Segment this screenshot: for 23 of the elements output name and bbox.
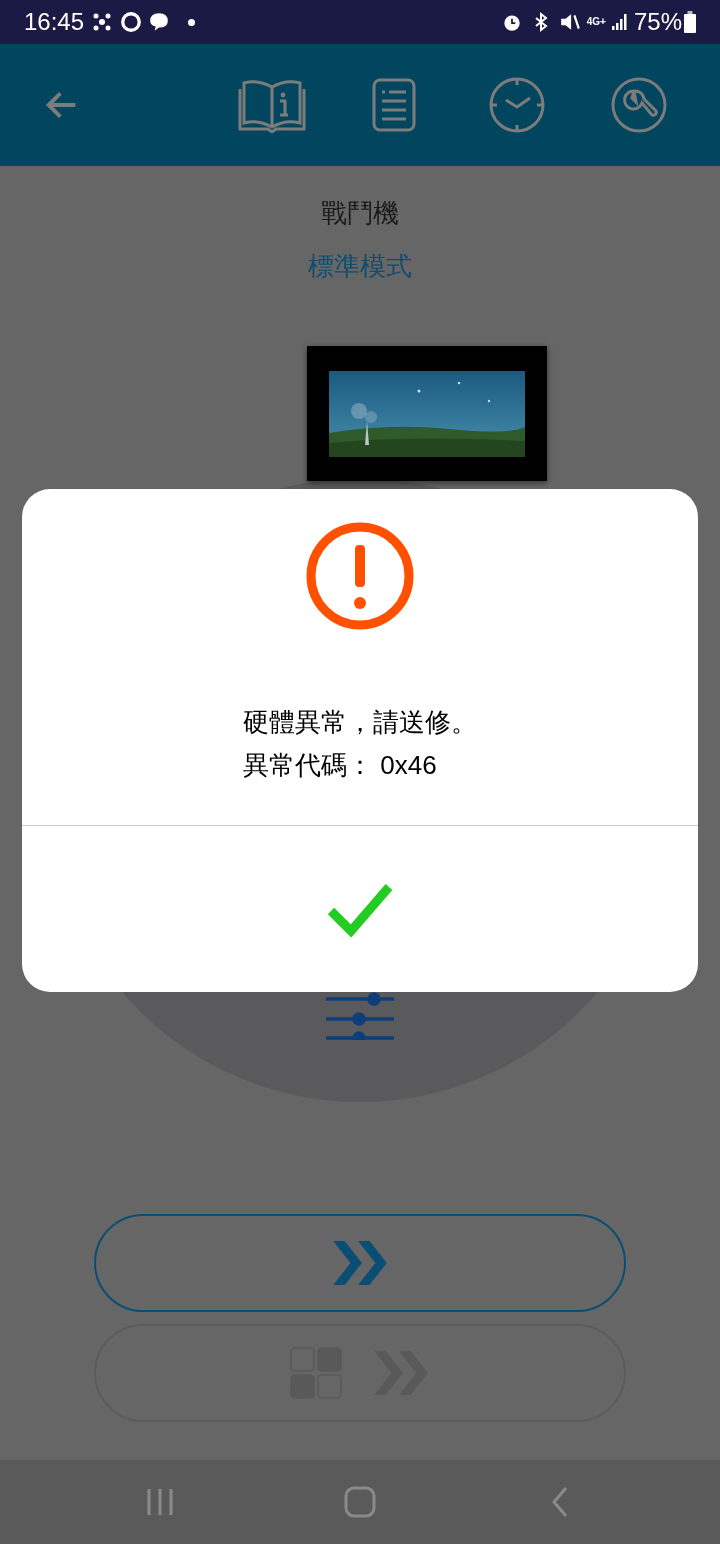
app-icon [120,11,143,33]
clock: 16:45 [24,7,85,37]
settings-button[interactable] [610,76,668,134]
clock-button[interactable] [488,76,546,134]
chat-icon [148,11,171,33]
alert-message: 硬體異常，請送修。 [243,706,477,739]
checkmark-icon [327,881,393,937]
signal-icon [609,12,630,32]
alert-message: 異常代碼： 0x46 [243,749,437,782]
battery-percent: 75% [633,7,682,37]
home-icon [344,1486,376,1518]
app-icon [92,12,113,32]
menu-icon [145,1487,175,1517]
back-icon [550,1486,570,1518]
mode-label: 標準模式 [308,250,412,283]
list-button[interactable] [372,77,416,133]
sliders-icon [324,992,396,1040]
warning-icon [305,521,415,631]
next-button[interactable] [94,1214,626,1312]
network-label: 4G+ [586,17,606,27]
device-title: 戰鬥機 [321,197,399,230]
battery-icon [684,11,696,33]
double-chevron-icon [331,1241,389,1285]
